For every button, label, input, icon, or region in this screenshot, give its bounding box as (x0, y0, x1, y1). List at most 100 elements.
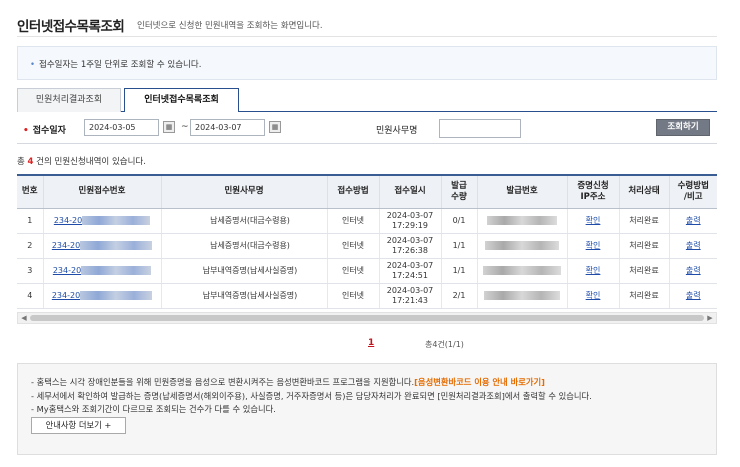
notice-line-1: - 홈택스는 시각 장애인분들을 위해 민원증명을 음성으로 변환시켜주는 음성… (31, 376, 545, 388)
info-text: 접수일자는 1주일 단위로 조회할 수 있습니다. (30, 58, 201, 70)
receipt-date: 2024-03-07 (386, 210, 434, 220)
receipt-datetime: 2024-03-07 17:21:43 (379, 283, 442, 309)
table-row: 3 234-20 납부내역증명(납세사실증명) 인터넷 2024-03-07 17:24:… (17, 258, 717, 284)
count-prefix: 총 (17, 157, 28, 167)
output-cell: 출력 (669, 258, 717, 284)
receipt-number-link[interactable]: 234-20 (52, 291, 80, 300)
receipt-time: 17:24:51 (392, 270, 428, 280)
receipt-method: 인터넷 (327, 258, 380, 284)
more-info-button[interactable]: 안내사항 더보기 + (31, 417, 126, 434)
civil-affair-name: 납세증명서(대금수령용) (161, 233, 328, 259)
tab-internet-receipt-list[interactable]: 인터넷접수목록조회 (124, 88, 239, 113)
masked-receipt-number (81, 265, 152, 275)
row-number: 3 (17, 258, 44, 284)
result-count: 총 4 건의 민원신청내역이 있습니다. (17, 155, 146, 167)
start-date-input[interactable]: 2024-03-05 (84, 119, 159, 136)
print-link[interactable]: 출력 (686, 266, 701, 275)
issue-number-cell (477, 283, 568, 309)
col-header: 수령방법 /비고 (669, 174, 717, 209)
end-date-input[interactable]: 2024-03-07 (190, 119, 265, 136)
col-header: 민원사무명 (161, 174, 328, 209)
receipt-method: 인터넷 (327, 233, 380, 259)
search-button[interactable]: 조회하기 (656, 119, 710, 136)
receipt-number-cell: 234-20 (43, 233, 162, 259)
receipt-number-link[interactable]: 234-20 (54, 216, 82, 225)
date-range-separator: ~ (181, 122, 189, 132)
receipt-number-link[interactable]: 234-20 (53, 266, 81, 275)
receipt-datetime: 2024-03-07 17:24:51 (379, 258, 442, 284)
tab-result-inquiry[interactable]: 민원처리결과조회 (17, 88, 121, 112)
receipt-date: 2024-03-07 (386, 285, 434, 295)
ip-confirm-link[interactable]: 확인 (586, 291, 601, 300)
process-status: 처리완료 (619, 283, 670, 309)
issue-quantity: 1/1 (441, 258, 478, 284)
notice-text: - 홈택스는 시각 장애인분들을 위해 민원증명을 음성으로 변환시켜주는 음성… (31, 377, 415, 387)
table-row: 1 234-20 납세증명서(대금수령용) 인터넷 2024-03-07 17:29:19… (17, 208, 717, 234)
receipt-time: 17:26:38 (392, 245, 428, 255)
row-number: 1 (17, 208, 44, 234)
page-link-1[interactable]: 1 (368, 338, 374, 348)
arrow-right-icon[interactable]: ▶ (705, 313, 715, 323)
ip-confirm-link[interactable]: 확인 (586, 266, 601, 275)
col-header: 발급번호 (477, 174, 568, 209)
receipt-number-link[interactable]: 234-20 (52, 241, 80, 250)
col-header: 접수방법 (327, 174, 380, 209)
count-suffix: 건의 민원신청내역이 있습니다. (33, 157, 146, 167)
receipt-datetime: 2024-03-07 17:26:38 (379, 233, 442, 259)
col-header: 처리상태 (619, 174, 670, 209)
receipt-time: 17:29:19 (392, 220, 428, 230)
page-total: 총4건(1/1) (425, 340, 464, 349)
receipt-date: 2024-03-07 (386, 235, 434, 245)
horizontal-scrollbar[interactable]: ◀ ▶ (17, 312, 717, 324)
receipt-method: 인터넷 (327, 283, 380, 309)
civil-affair-name: 납부내역증명(납세사실증명) (161, 258, 328, 284)
row-number: 4 (17, 283, 44, 309)
required-mark: • (23, 126, 29, 136)
process-status: 처리완료 (619, 258, 670, 284)
output-cell: 출력 (669, 208, 717, 234)
ip-address-cell: 확인 (567, 208, 620, 234)
info-box: 접수일자는 1주일 단위로 조회할 수 있습니다. (17, 46, 717, 80)
process-status: 처리완료 (619, 208, 670, 234)
col-header: 증명신청 IP주소 (567, 174, 620, 209)
col-header: 민원접수번호 (43, 174, 162, 209)
print-link[interactable]: 출력 (686, 241, 701, 250)
print-link[interactable]: 출력 (686, 216, 701, 225)
receipt-date: 2024-03-07 (386, 260, 434, 270)
row-number: 2 (17, 233, 44, 259)
civil-affair-name: 납세증명서(대금수령용) (161, 208, 328, 234)
receipt-method: 인터넷 (327, 208, 380, 234)
masked-receipt-number (82, 215, 151, 225)
receipt-number-cell: 234-20 (43, 208, 162, 234)
notice-line-2: - 세무서에서 확인하여 발급하는 증명(납세증명서(해외이주용), 사실증명,… (31, 391, 592, 401)
date-label-text: 접수일자 (32, 126, 66, 136)
civil-affair-name: 납부내역증명(납세사실증명) (161, 283, 328, 309)
col-header: 번호 (17, 174, 44, 209)
issue-quantity: 2/1 (441, 283, 478, 309)
issue-number-cell (477, 258, 568, 284)
issue-quantity: 1/1 (441, 233, 478, 259)
table-row: 2 234-20 납세증명서(대금수령용) 인터넷 2024-03-07 17:26:38… (17, 233, 717, 259)
calendar-icon[interactable]: ▦ (269, 121, 281, 133)
col-header: 발급 수량 (441, 174, 478, 209)
print-link[interactable]: 출력 (686, 291, 701, 300)
table-header-row: 번호 민원접수번호 민원사무명 접수방법 접수일시 발급 수량 발급번호 증명신… (17, 174, 717, 209)
page-title: 인터넷접수목록조회 (17, 19, 125, 35)
notice-box: - 홈택스는 시각 장애인분들을 위해 민원증명을 음성으로 변환시켜주는 음성… (17, 363, 717, 455)
receipt-time: 17:21:43 (392, 295, 428, 305)
masked-receipt-number (80, 240, 153, 250)
arrow-left-icon[interactable]: ◀ (19, 313, 29, 323)
ip-address-cell: 확인 (567, 233, 620, 259)
civil-affair-name-input[interactable] (439, 119, 521, 138)
receipt-number-cell: 234-20 (43, 283, 162, 309)
calendar-icon[interactable]: ▦ (163, 121, 175, 133)
masked-issue-number (484, 290, 560, 300)
masked-receipt-number (80, 290, 153, 300)
table-row: 4 234-20 납부내역증명(납세사실증명) 인터넷 2024-03-07 17:21:… (17, 283, 717, 309)
scrollbar-thumb[interactable] (30, 315, 704, 321)
receipt-datetime: 2024-03-07 17:29:19 (379, 208, 442, 234)
ip-confirm-link[interactable]: 확인 (586, 241, 601, 250)
ip-confirm-link[interactable]: 확인 (586, 216, 601, 225)
issue-number-cell (477, 208, 568, 234)
barcode-guide-link[interactable]: [음성변환바코드 이용 안내 바로가기] (414, 377, 545, 387)
